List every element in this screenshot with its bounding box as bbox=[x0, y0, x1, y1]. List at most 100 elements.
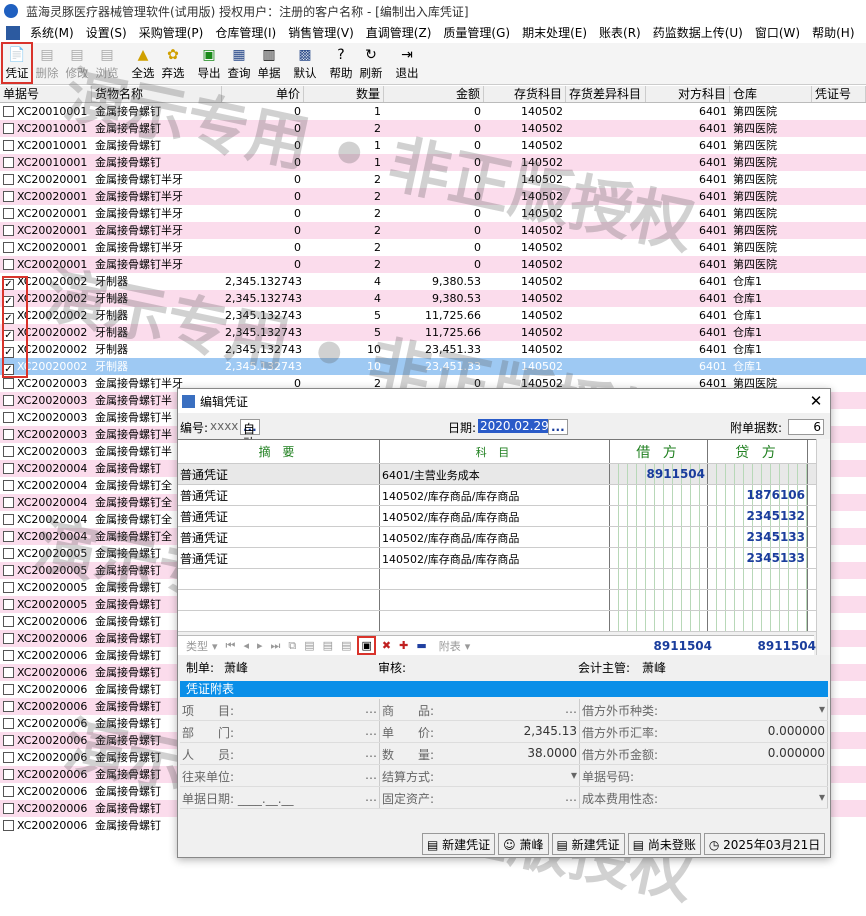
refresh-button[interactable]: ↻ 刷新 bbox=[356, 43, 386, 83]
voucher-entry-row[interactable] bbox=[178, 569, 828, 590]
row-checkbox[interactable] bbox=[3, 140, 14, 151]
dept-field[interactable]: 部 门:… bbox=[180, 721, 380, 742]
document-menu-icon[interactable] bbox=[6, 25, 20, 40]
row-checkbox[interactable] bbox=[3, 157, 14, 168]
col-voucher-no[interactable]: 凭证号 bbox=[812, 86, 866, 102]
entry-debit[interactable] bbox=[610, 548, 708, 568]
entry-debit[interactable]: 8911504 bbox=[610, 464, 708, 484]
row-checkbox[interactable] bbox=[3, 599, 14, 610]
row-checkbox[interactable] bbox=[3, 582, 14, 593]
col-opposite-acct[interactable]: 对方科目 bbox=[646, 86, 730, 102]
menu-upload[interactable]: 药监数据上传(U) bbox=[647, 24, 749, 41]
entry-subject[interactable]: 140502/库存商品/库存商品 bbox=[380, 548, 610, 568]
voucher-button[interactable]: 📄 凭证 bbox=[1, 42, 33, 84]
menu-settings[interactable]: 设置(S) bbox=[80, 24, 133, 41]
menu-quality[interactable]: 质量管理(G) bbox=[437, 24, 516, 41]
entry-summary[interactable]: 普通凭证 bbox=[178, 548, 380, 568]
menu-window[interactable]: 窗口(W) bbox=[749, 24, 806, 41]
col-price[interactable]: 单价 bbox=[222, 86, 304, 102]
row-checkbox[interactable] bbox=[3, 701, 14, 712]
row-checkbox[interactable] bbox=[3, 752, 14, 763]
row-checkbox[interactable] bbox=[3, 174, 14, 185]
number-mode-field[interactable]: 自动 ... bbox=[240, 419, 260, 450]
browse-button[interactable]: ▤ 浏览 bbox=[92, 43, 122, 83]
table-row[interactable]: XC20010001 金属接骨螺钉 0 1 0 140502 6401 第四医院 bbox=[0, 154, 866, 171]
prev-icon[interactable]: ◂ bbox=[243, 639, 249, 652]
table-row[interactable]: XC20020001 金属接骨螺钉半牙 0 2 0 140502 6401 第四医院 bbox=[0, 222, 866, 239]
fx-amount-field[interactable]: 借方外币金额: 0.000000 bbox=[580, 743, 828, 764]
table-row[interactable]: ✓ XC20020002 牙制器 2,345.132743 10 23,451.33 140… bbox=[0, 341, 866, 358]
row-checkbox[interactable] bbox=[3, 565, 14, 576]
table-row[interactable]: XC20020001 金属接骨螺钉半牙 0 2 0 140502 6401 第四医院 bbox=[0, 256, 866, 273]
entry-subject[interactable] bbox=[380, 590, 610, 610]
entry-summary[interactable] bbox=[178, 569, 380, 589]
row-checkbox[interactable] bbox=[3, 531, 14, 542]
table-row[interactable]: XC20020001 金属接骨螺钉半牙 0 2 0 140502 6401 第四医院 bbox=[0, 239, 866, 256]
col-amount[interactable]: 金额 bbox=[384, 86, 484, 102]
qty-field[interactable]: 数 量: 38.0000 bbox=[380, 743, 580, 764]
table-row[interactable]: ✓ XC20020002 牙制器 2,345.132743 5 11,725.66 1405… bbox=[0, 307, 866, 324]
entry-credit[interactable] bbox=[708, 464, 808, 484]
person-field[interactable]: 人 员:… bbox=[180, 743, 380, 764]
row-checkbox[interactable] bbox=[3, 259, 14, 270]
last-icon[interactable]: ⏭ bbox=[271, 639, 281, 653]
row-checkbox[interactable] bbox=[3, 514, 14, 525]
delete-entry-icon[interactable]: ✖ bbox=[382, 639, 391, 652]
row-checkbox[interactable] bbox=[3, 480, 14, 491]
row-checkbox[interactable] bbox=[3, 667, 14, 678]
entry-subject[interactable] bbox=[380, 569, 610, 589]
copy-icon[interactable]: ⧉ bbox=[288, 639, 296, 653]
entry-credit[interactable]: 2345133 bbox=[708, 527, 808, 547]
voucher-entry-row[interactable] bbox=[178, 611, 828, 632]
table-row[interactable]: XC20010001 金属接骨螺钉 0 2 0 140502 6401 第四医院 bbox=[0, 120, 866, 137]
row-checkbox[interactable] bbox=[3, 633, 14, 644]
entry-summary[interactable]: 普通凭证 bbox=[178, 464, 380, 484]
row-checkbox[interactable] bbox=[3, 463, 14, 474]
entry-debit[interactable] bbox=[610, 611, 708, 631]
attach-dropdown[interactable]: 附表 ▾ bbox=[435, 638, 471, 654]
row-checkbox[interactable] bbox=[3, 684, 14, 695]
voucher-entry-row[interactable] bbox=[178, 590, 828, 611]
entry-credit[interactable]: 1876106 bbox=[708, 485, 808, 505]
entry-summary[interactable]: 普通凭证 bbox=[178, 527, 380, 547]
row-checkbox[interactable] bbox=[3, 225, 14, 236]
add-entry-icon[interactable]: ✚ bbox=[399, 639, 408, 652]
row-checkbox[interactable] bbox=[3, 446, 14, 457]
row-checkbox[interactable] bbox=[3, 497, 14, 508]
entry-credit[interactable] bbox=[708, 569, 808, 589]
table-row[interactable]: XC20020001 金属接骨螺钉半牙 0 2 0 140502 6401 第四医院 bbox=[0, 205, 866, 222]
menu-sales[interactable]: 销售管理(V) bbox=[282, 24, 360, 41]
menu-reports[interactable]: 账表(R) bbox=[593, 24, 647, 41]
entry-summary[interactable] bbox=[178, 590, 380, 610]
row-checkbox[interactable] bbox=[3, 242, 14, 253]
voucher-entry-row[interactable]: 普通凭证 140502/库存商品/库存商品 2345132 bbox=[178, 506, 828, 527]
remove-entry-icon[interactable]: ▬ bbox=[416, 639, 426, 652]
row-checkbox[interactable] bbox=[3, 191, 14, 202]
voucher-entry-row[interactable]: 普通凭证 140502/库存商品/库存商品 2345133 bbox=[178, 527, 828, 548]
table-row[interactable]: ✓ XC20020002 牙制器 2,345.132743 4 9,380.53 14050… bbox=[0, 290, 866, 307]
entry-subject[interactable] bbox=[380, 611, 610, 631]
voucher-entry-row[interactable]: 普通凭证 140502/库存商品/库存商品 1876106 bbox=[178, 485, 828, 506]
entry-summary[interactable]: 普通凭证 bbox=[178, 485, 380, 505]
menu-help[interactable]: 帮助(H) bbox=[806, 24, 860, 41]
select-all-button[interactable]: ▲ 全选 bbox=[128, 43, 158, 83]
bill-date-field[interactable]: 单据日期: ____.__.__… bbox=[180, 787, 380, 808]
deselect-button[interactable]: ✿ 弃选 bbox=[158, 43, 188, 83]
voucher-entry-row[interactable]: 普通凭证 6401/主营业务成本 8911504 bbox=[178, 464, 828, 485]
table-row[interactable]: XC20010001 金属接骨螺钉 0 1 0 140502 6401 第四医院 bbox=[0, 137, 866, 154]
row-checkbox[interactable] bbox=[3, 735, 14, 746]
col-goods-name[interactable]: 货物名称 bbox=[92, 86, 222, 102]
fx-rate-field[interactable]: 借方外币汇率: 0.000000 bbox=[580, 721, 828, 742]
table-row[interactable]: XC20020001 金属接骨螺钉半牙 0 2 0 140502 6401 第四医院 bbox=[0, 171, 866, 188]
entry-summary[interactable] bbox=[178, 611, 380, 631]
delete-button[interactable]: ▤ 删除 bbox=[32, 43, 62, 83]
goods-field[interactable]: 商 品:… bbox=[380, 699, 580, 720]
table-row[interactable]: ✓ XC20020002 牙制器 2,345.132743 5 11,725.66 1405… bbox=[0, 324, 866, 341]
row-checkbox[interactable] bbox=[3, 718, 14, 729]
entry-debit[interactable] bbox=[610, 569, 708, 589]
voucher-entry-row[interactable]: 普通凭证 140502/库存商品/库存商品 2345133 bbox=[178, 548, 828, 569]
menu-purchase[interactable]: 采购管理(P) bbox=[133, 24, 210, 41]
col-doc-no[interactable]: 单据号 bbox=[0, 86, 92, 102]
close-button[interactable]: ✕ bbox=[802, 392, 830, 410]
entry-debit[interactable] bbox=[610, 590, 708, 610]
